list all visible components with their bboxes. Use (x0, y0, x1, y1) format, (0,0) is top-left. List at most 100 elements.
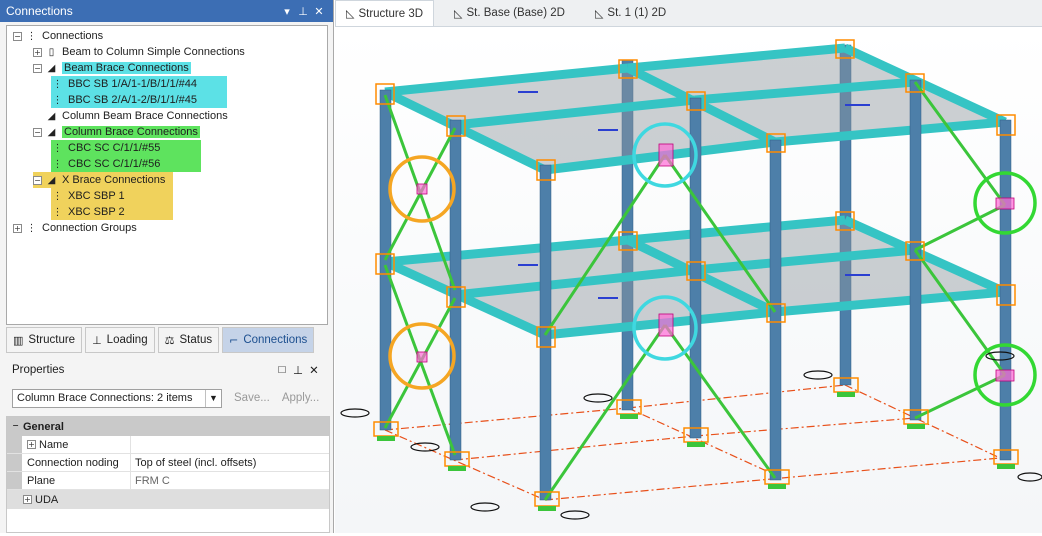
maximize-icon[interactable]: □ (274, 364, 290, 376)
view-3d-icon: ◺ (346, 7, 355, 20)
tree-node-beam-to-column[interactable]: + ▯ Beam to Column Simple Connections (33, 44, 245, 60)
tree-folder-icon: ⋮ (26, 222, 37, 234)
selection-value: Column Brace Connections: 2 items (17, 392, 193, 404)
tree-folder-icon: ⋮ (26, 30, 37, 42)
tree-label: XBC SBP 2 (68, 206, 125, 218)
expand-icon[interactable]: + (13, 223, 22, 233)
view-tabs: ◺ Structure 3D ◺ St. Base (Base) 2D ◺ St. 1… (335, 0, 1042, 27)
tab-base-2d[interactable]: ◺ St. Base (Base) 2D (444, 0, 575, 26)
property-key: + Name (22, 436, 131, 453)
property-key: Plane (22, 472, 131, 489)
close-icon[interactable]: ✕ (306, 363, 322, 377)
tree-label: Beam Brace Connections (62, 62, 191, 74)
expand-icon[interactable]: + (27, 440, 36, 449)
connections-tree[interactable]: − ⋮ Connections + ▯ Beam to Column Simpl… (6, 25, 328, 325)
tree-node-xbc-2[interactable]: ⋮ XBC SBP 2 (51, 204, 173, 220)
tree-node-beam-brace[interactable]: − ◢ Beam Brace Connections (33, 60, 191, 76)
view-2d-icon: ◺ (454, 6, 463, 20)
tree-label: XBC SBP 1 (68, 190, 125, 202)
tab-label: Structure (28, 334, 76, 346)
tab-connections[interactable]: ⌐ Connections (222, 327, 315, 353)
tree-node-bbc-2[interactable]: ⋮ BBC SB 2/A/1-2/B/1/1/#45 (51, 92, 227, 108)
tree-node-xbc-1[interactable]: ⋮ XBC SBP 1 (51, 188, 173, 204)
tab-label: Status (179, 334, 213, 346)
tree-node-column-brace[interactable]: − ◢ Column Brace Connections (33, 124, 200, 140)
connection-icon: ⋮ (52, 94, 63, 106)
tree-node-root[interactable]: − ⋮ Connections (13, 28, 103, 44)
tab-structure[interactable]: ▥ Structure (6, 327, 83, 353)
tree-label: Connections (42, 30, 104, 42)
property-value[interactable] (131, 436, 329, 453)
status-icon: ⚖ (164, 333, 175, 347)
expand-icon[interactable]: + (33, 47, 42, 57)
tree-label: CBC SC C/1/1/#56 (68, 158, 161, 170)
close-icon[interactable]: ✕ (311, 5, 327, 18)
tree-node-cbc-1[interactable]: ⋮ CBC SC C/1/1/#55 (51, 140, 201, 156)
connections-icon: ⌐ (229, 333, 239, 347)
brace-icon: ◢ (47, 126, 56, 138)
tree-label: Connection Groups (42, 222, 137, 234)
collapse-icon[interactable]: − (13, 31, 22, 41)
property-row-name[interactable]: + Name (7, 436, 329, 454)
brace-icon: ◢ (47, 62, 56, 74)
tab-loading[interactable]: ⊥ Loading (85, 327, 155, 353)
structure-3d-model[interactable] (335, 27, 1042, 533)
section-general[interactable]: − General (7, 417, 329, 436)
tree-node-bbc-1[interactable]: ⋮ BBC SB 1/A/1-1/B/1/1/#44 (51, 76, 227, 92)
expand-icon[interactable]: + (23, 495, 32, 504)
collapse-icon[interactable]: − (33, 63, 42, 73)
pin-icon[interactable]: ⊥ (295, 5, 311, 18)
property-row-plane[interactable]: Plane FRM C (7, 472, 329, 490)
row-gutter (7, 472, 22, 489)
panel-tabs: ▥ Structure ⊥ Loading ⚖ Status ⌐ Connections (6, 327, 328, 353)
view-area: ◺ Structure 3D ◺ St. Base (Base) 2D ◺ St. 1… (335, 0, 1042, 533)
brace-icon: ◢ (47, 110, 56, 122)
tab-label: St. Base (Base) 2D (466, 7, 565, 19)
collapse-icon[interactable]: − (33, 127, 42, 137)
tree-node-cbc-2[interactable]: ⋮ CBC SC C/1/1/#56 (51, 156, 201, 172)
properties-panel: Properties □ ⊥ ✕ Column Brace Connection… (0, 360, 334, 533)
view-2d-icon: ◺ (594, 6, 604, 20)
structure-icon: ▥ (13, 333, 24, 347)
property-value[interactable]: Top of steel (incl. offsets) (131, 454, 329, 471)
property-value: FRM C (135, 474, 170, 487)
tree-label: X Brace Connections (62, 174, 166, 186)
connection-icon: ⋮ (52, 158, 63, 170)
tree-node-column-beam-brace[interactable]: ◢ Column Beam Brace Connections (33, 108, 228, 124)
properties-header: Properties □ ⊥ ✕ (0, 360, 334, 380)
tree-node-groups[interactable]: + ⋮ Connection Groups (13, 220, 137, 236)
collapse-icon[interactable]: − (33, 175, 42, 185)
tab-label: Loading (106, 334, 148, 346)
tab-label: Connections (243, 334, 308, 346)
row-gutter (7, 454, 22, 471)
section-label: General (23, 420, 64, 433)
chevron-down-icon[interactable]: ▼ (205, 389, 221, 407)
tree-node-x-brace[interactable]: − ◢ X Brace Connections (33, 172, 173, 188)
tab-structure-3d[interactable]: ◺ Structure 3D (335, 0, 435, 26)
selection-dropdown[interactable]: Column Brace Connections: 2 items ▼ (12, 388, 222, 408)
tab-story-1-2d[interactable]: ◺ St. 1 (1) 2D (585, 0, 676, 26)
connection-icon: ⋮ (52, 190, 63, 202)
column-icon: ▯ (48, 46, 55, 58)
tree-label: Column Brace Connections (62, 126, 200, 138)
connections-panel-title: Connections (6, 4, 73, 18)
loading-icon: ⊥ (92, 333, 102, 347)
section-uda[interactable]: + UDA (7, 490, 329, 509)
connections-panel-titlebar: Connections ▾ ⊥ ✕ (0, 0, 333, 22)
pin-icon[interactable]: ⊥ (290, 363, 306, 377)
brace-icon: ◢ (47, 174, 56, 186)
tree-label: Column Beam Brace Connections (62, 110, 228, 122)
tab-status[interactable]: ⚖ Status (157, 327, 220, 353)
section-label: UDA (35, 493, 59, 506)
collapse-icon[interactable]: − (11, 422, 20, 431)
tree-label: BBC SB 1/A/1-1/B/1/1/#44 (68, 78, 198, 90)
key-label: Name (39, 438, 69, 451)
save-button[interactable]: Save... (234, 392, 270, 404)
panel-menu-icon[interactable]: ▾ (279, 5, 295, 18)
apply-button[interactable]: Apply... (282, 392, 320, 404)
selection-row: Column Brace Connections: 2 items ▼ Save… (12, 388, 330, 408)
3d-viewport[interactable] (335, 27, 1042, 533)
property-row-noding[interactable]: Connection noding Top of steel (incl. of… (7, 454, 329, 472)
connection-icon: ⋮ (52, 78, 63, 90)
property-grid: − General + Name Connection noding Top of… (6, 416, 330, 533)
